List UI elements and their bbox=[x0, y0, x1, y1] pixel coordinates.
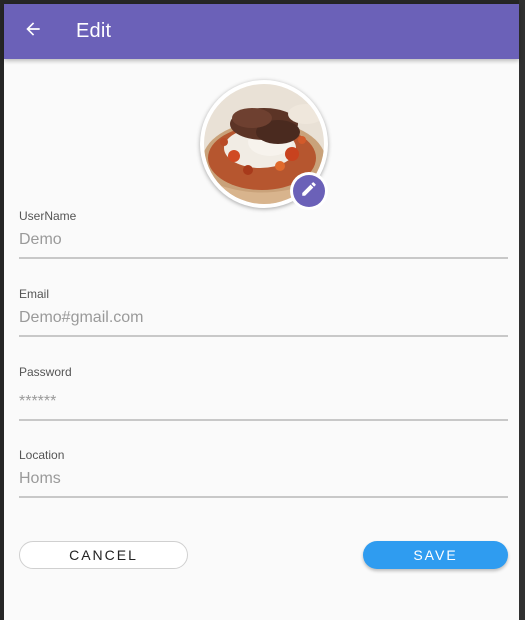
edit-profile-screen: Edit UserName Demo Email Demo#gmail.com … bbox=[4, 4, 519, 620]
cancel-button[interactable]: CANCEL bbox=[19, 541, 188, 569]
edit-photo-badge bbox=[293, 175, 325, 207]
edit-photo-button[interactable] bbox=[290, 172, 328, 210]
location-label: Location bbox=[19, 448, 65, 462]
password-label: Password bbox=[19, 365, 72, 379]
password-field-group: Password bbox=[19, 365, 508, 421]
page-title: Edit bbox=[76, 20, 112, 42]
username-field-group: UserName bbox=[19, 209, 508, 259]
location-field-group: Location bbox=[19, 448, 508, 498]
email-field-group: Email bbox=[19, 287, 508, 337]
username-label: UserName bbox=[19, 209, 77, 223]
save-button[interactable]: SAVE bbox=[363, 541, 508, 569]
window-backdrop-right bbox=[519, 0, 525, 620]
avatar-container bbox=[200, 80, 328, 210]
email-label: Email bbox=[19, 287, 50, 301]
pencil-icon bbox=[300, 180, 318, 203]
email-input[interactable] bbox=[19, 307, 508, 337]
arrow-left-icon bbox=[23, 19, 43, 44]
back-button[interactable] bbox=[18, 16, 48, 46]
app-bar: Edit bbox=[4, 4, 519, 59]
password-input[interactable] bbox=[19, 385, 508, 421]
location-input[interactable] bbox=[19, 468, 508, 498]
username-input[interactable] bbox=[19, 229, 508, 259]
